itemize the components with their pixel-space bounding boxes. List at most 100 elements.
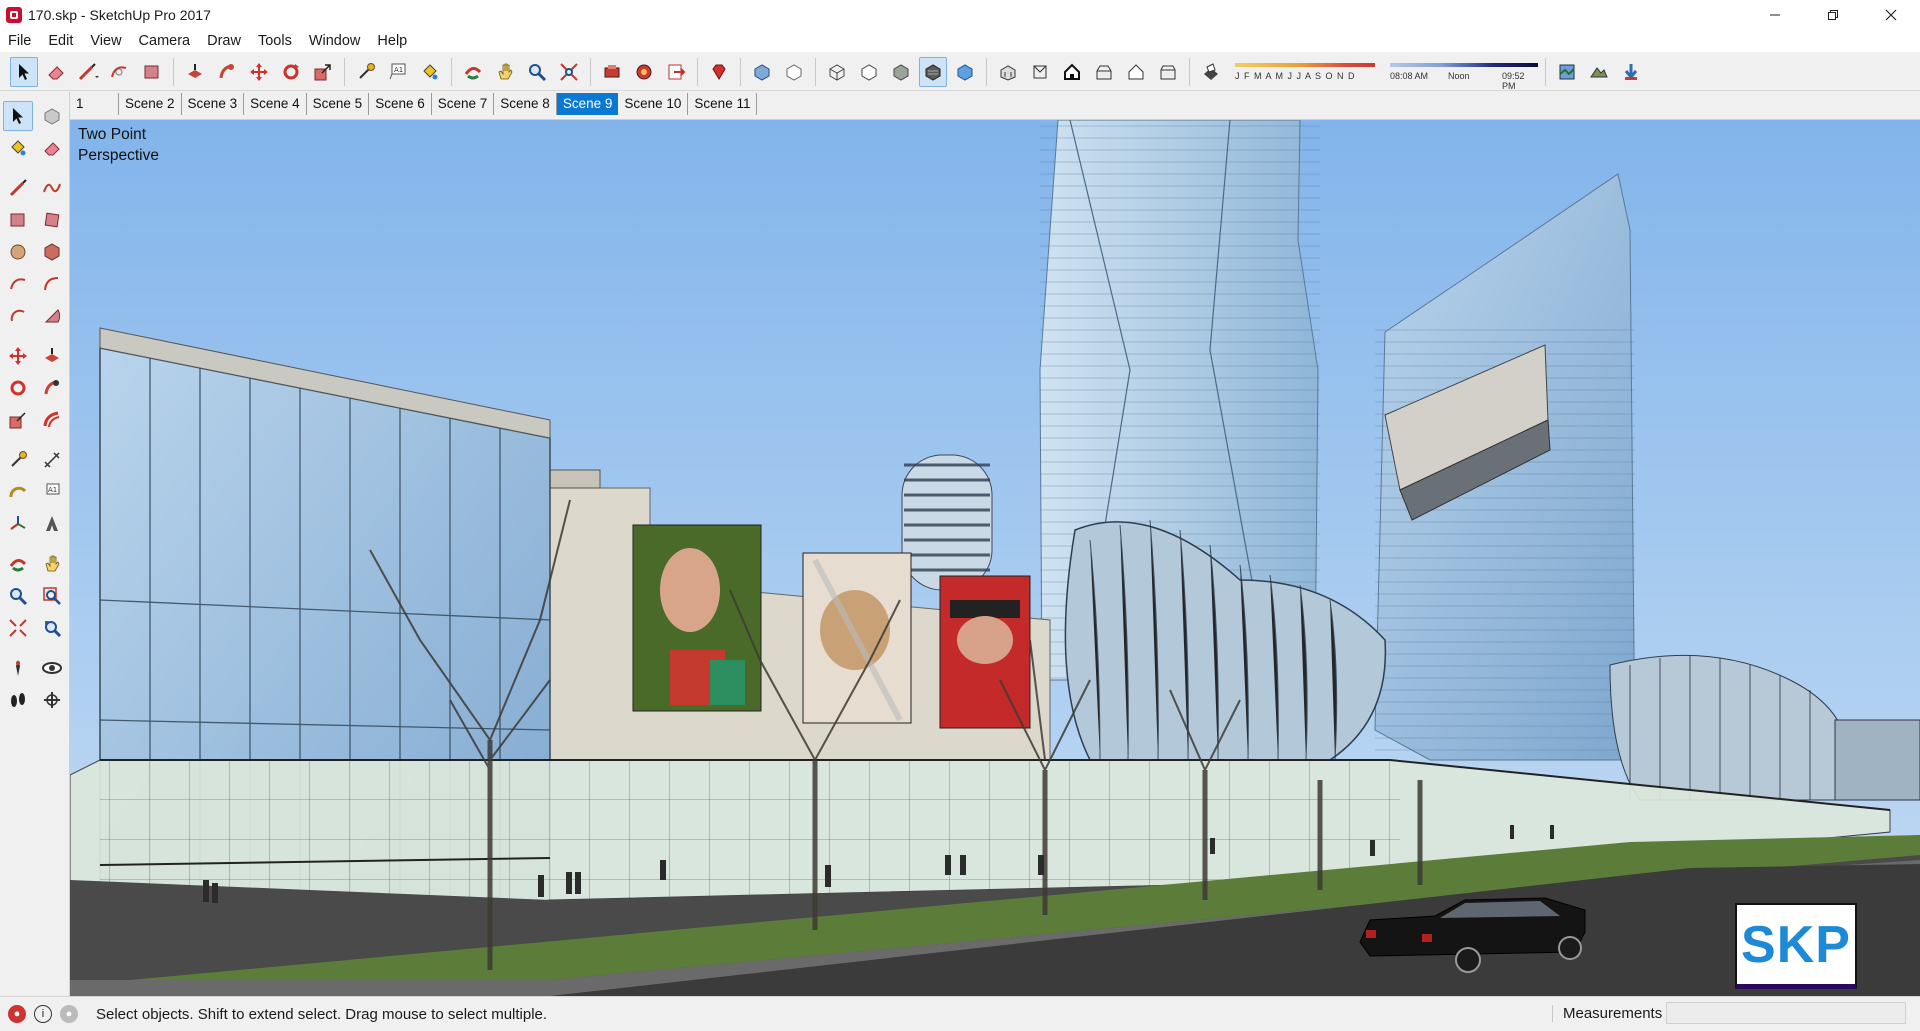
zoom-extents-tool-button[interactable]	[555, 57, 583, 87]
layout-send-button[interactable]	[662, 57, 690, 87]
close-button[interactable]	[1862, 0, 1920, 30]
menu-view[interactable]: View	[82, 30, 130, 52]
rectangle-icon[interactable]	[3, 205, 33, 235]
push-pull-tool-button[interactable]	[181, 57, 209, 87]
xray-style-button[interactable]	[748, 57, 776, 87]
shaded-style-button[interactable]	[887, 57, 915, 87]
line-icon[interactable]	[3, 173, 33, 203]
credits-info-icon[interactable]: i	[34, 1005, 52, 1023]
menu-window[interactable]: Window	[301, 30, 370, 52]
rotate-tool-button[interactable]	[277, 57, 305, 87]
look-around-icon[interactable]	[37, 653, 67, 683]
line-tool-button[interactable]	[74, 57, 102, 87]
shadow-month-slider[interactable]: J F M A M J J A S O N D	[1233, 59, 1378, 85]
follow-me-icon[interactable]	[37, 373, 67, 403]
scene-tab[interactable]: Scene 10	[618, 93, 689, 115]
pan-tool-button[interactable]	[491, 57, 519, 87]
paint-bucket-tool-button[interactable]	[416, 57, 444, 87]
move-icon[interactable]	[3, 341, 33, 371]
zoom-extents-icon[interactable]	[3, 613, 33, 643]
eraser-icon[interactable]	[37, 133, 67, 163]
shaded-textures-style-button[interactable]	[919, 56, 947, 87]
scale-tool-button[interactable]	[309, 57, 337, 87]
text-icon[interactable]: A1	[37, 477, 67, 507]
scene-tab[interactable]: Scene 4	[244, 93, 307, 115]
scene-tab[interactable]: 1	[70, 93, 119, 115]
menu-tools[interactable]: Tools	[250, 30, 301, 52]
scene-tab[interactable]: Scene 8	[494, 93, 557, 115]
scale-icon[interactable]	[3, 405, 33, 435]
menu-camera[interactable]: Camera	[131, 30, 200, 52]
back-view-button[interactable]	[1122, 57, 1150, 87]
select-tool-button[interactable]	[10, 56, 38, 87]
zoom-window-icon[interactable]	[37, 581, 67, 611]
three-point-arc-icon[interactable]	[3, 301, 33, 331]
text-tool-button[interactable]: A1	[384, 57, 412, 87]
push-pull-icon[interactable]	[37, 341, 67, 371]
pan-icon[interactable]	[37, 549, 67, 579]
axes-icon[interactable]	[3, 509, 33, 539]
make-component-icon[interactable]	[37, 101, 67, 131]
paint-bucket-icon[interactable]	[3, 133, 33, 163]
right-view-button[interactable]	[1090, 57, 1118, 87]
tape-measure-tool-button[interactable]	[352, 57, 380, 87]
two-point-arc-icon[interactable]	[37, 269, 67, 299]
dimension-icon[interactable]	[37, 445, 67, 475]
scene-tab[interactable]: Scene 11	[688, 93, 758, 115]
left-view-button[interactable]	[1154, 57, 1182, 87]
get-models-button[interactable]	[1617, 57, 1645, 87]
minimize-button[interactable]	[1746, 0, 1804, 30]
scene-tab[interactable]: Scene 3	[182, 93, 245, 115]
geo-location-icon[interactable]: ●	[8, 1005, 26, 1023]
toggle-terrain-button[interactable]	[1585, 57, 1613, 87]
orbit-tool-button[interactable]	[459, 57, 487, 87]
top-view-button[interactable]	[1026, 57, 1054, 87]
scene-tab[interactable]: Scene 6	[369, 93, 432, 115]
walk-icon[interactable]	[3, 685, 33, 715]
scene-tab[interactable]: Scene 2	[119, 93, 182, 115]
offset-icon[interactable]	[37, 405, 67, 435]
iso-view-button[interactable]	[994, 57, 1022, 87]
zoom-icon[interactable]	[3, 581, 33, 611]
section-plane-icon[interactable]	[37, 685, 67, 715]
circle-icon[interactable]	[3, 237, 33, 267]
menu-help[interactable]: Help	[369, 30, 416, 52]
scene-tab[interactable]: Scene 7	[432, 93, 495, 115]
move-tool-button[interactable]	[245, 57, 273, 87]
polygon-icon[interactable]	[37, 237, 67, 267]
rotate-icon[interactable]	[3, 373, 33, 403]
add-location-button[interactable]	[1553, 57, 1581, 87]
monochrome-style-button[interactable]	[951, 57, 979, 87]
extension-warehouse-button[interactable]	[630, 57, 658, 87]
3d-text-icon[interactable]	[37, 509, 67, 539]
rotated-rectangle-icon[interactable]	[37, 205, 67, 235]
arc-tool-button[interactable]	[106, 57, 134, 87]
orbit-icon[interactable]	[3, 549, 33, 579]
arc-icon[interactable]	[3, 269, 33, 299]
shadow-time-slider[interactable]: 08:08 AM Noon 09:52 PM	[1390, 59, 1540, 91]
pie-icon[interactable]	[37, 301, 67, 331]
measurements-input[interactable]	[1666, 1002, 1906, 1024]
previous-view-icon[interactable]	[37, 613, 67, 643]
modeling-viewport[interactable]: Two Point Perspective SKP	[70, 119, 1920, 996]
scene-tab[interactable]: Scene 9	[556, 93, 619, 115]
protractor-icon[interactable]	[3, 477, 33, 507]
ruby-console-button[interactable]	[705, 57, 733, 87]
hidden-line-style-button[interactable]	[855, 57, 883, 87]
tape-measure-icon[interactable]	[3, 445, 33, 475]
freehand-icon[interactable]	[37, 173, 67, 203]
zoom-tool-button[interactable]	[523, 57, 551, 87]
wireframe-style-button[interactable]	[823, 57, 851, 87]
front-view-button[interactable]	[1058, 57, 1086, 87]
position-camera-icon[interactable]	[3, 653, 33, 683]
rectangle-tool-button[interactable]	[138, 57, 166, 87]
back-edges-style-button[interactable]	[780, 57, 808, 87]
restore-button[interactable]	[1804, 0, 1862, 30]
shadows-toggle-button[interactable]	[1197, 57, 1225, 87]
user-account-icon[interactable]: ●	[60, 1005, 78, 1023]
scene-tab[interactable]: Scene 5	[307, 93, 370, 115]
menu-draw[interactable]: Draw	[199, 30, 250, 52]
follow-me-tool-button[interactable]	[213, 57, 241, 87]
eraser-tool-button[interactable]	[42, 57, 70, 87]
menu-file[interactable]: File	[0, 30, 40, 52]
